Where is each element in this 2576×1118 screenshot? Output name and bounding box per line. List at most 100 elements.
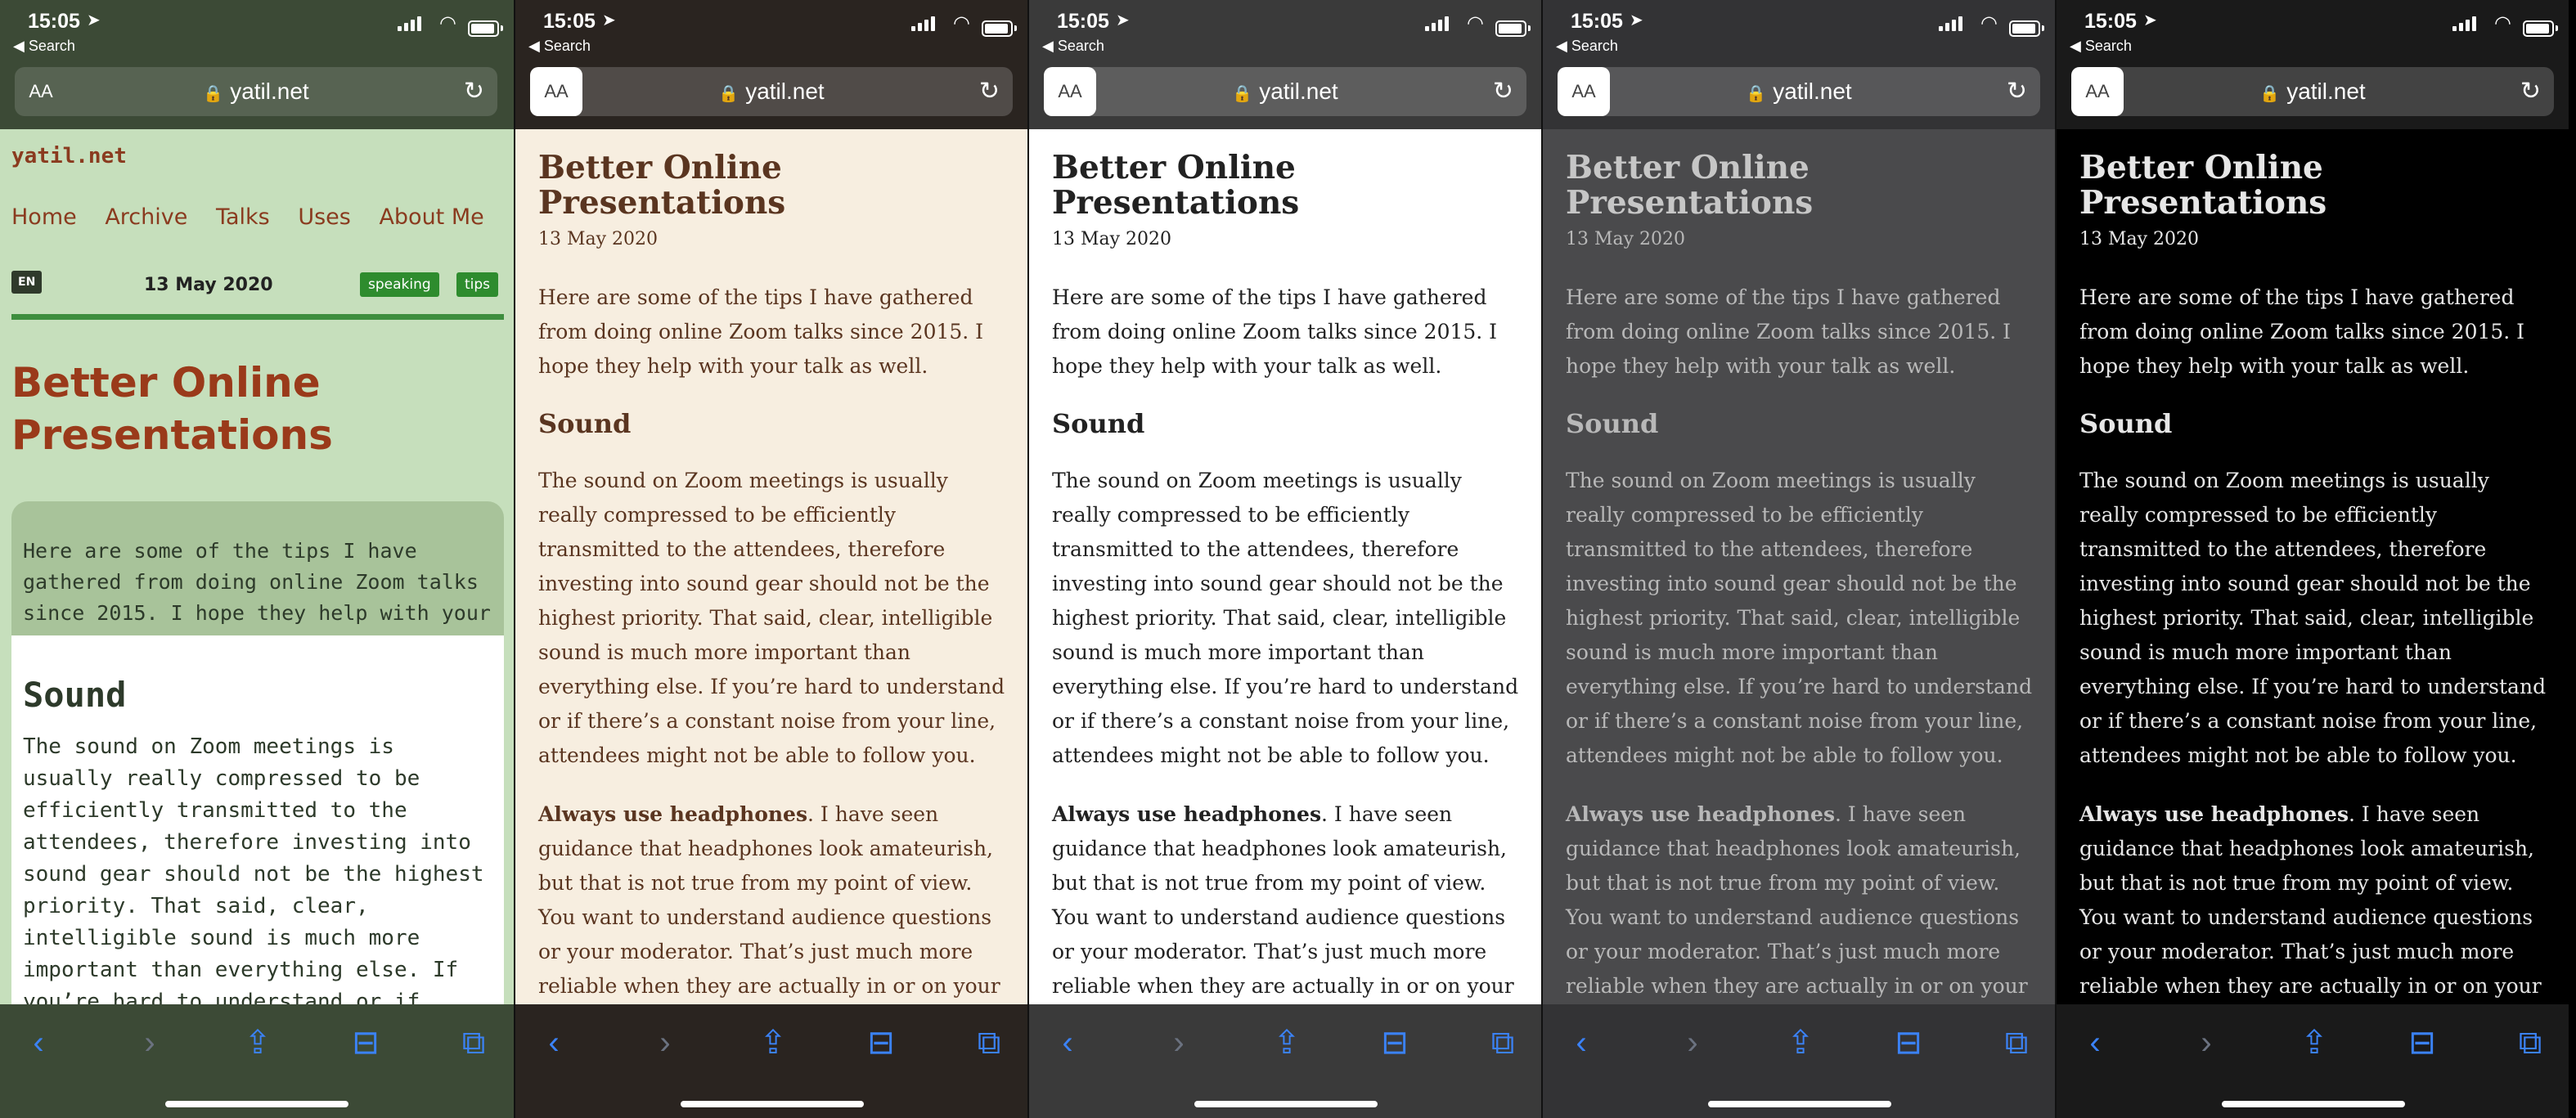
language-badge: EN (11, 271, 43, 294)
status-time: 15:05 (28, 10, 80, 33)
status-bar: 15:05 ➤ ◀ Search ◠ (2057, 0, 2569, 67)
post-title: Better Online Presentations (1052, 149, 1300, 222)
post-intro: Here are some of the tips I have gathere… (11, 501, 504, 656)
address-bar[interactable]: AA 🔒 yatil.net ↻ (1558, 67, 2040, 116)
post-date: 13 May 2020 (1052, 228, 1172, 249)
bookmarks-icon[interactable]: ⊟ (861, 1022, 901, 1063)
headphones-paragraph: Always use headphones. I have seen guida… (538, 797, 1006, 1004)
share-icon[interactable]: ⇪ (1780, 1022, 1821, 1063)
browser-toolbar: ‹ › ⇪ ⊟ ⧉ (515, 1004, 1027, 1118)
divider (11, 314, 504, 320)
status-time: 15:05 (1571, 10, 1623, 33)
phone-gray-reader: 15:05 ➤ ◀ Search ◠ AA 🔒 yatil.net ↻ Bette… (1541, 0, 2055, 1118)
tabs-icon[interactable]: ⧉ (1996, 1022, 2037, 1063)
home-indicator (1708, 1101, 1891, 1107)
browser-toolbar: ‹ › ⇪ ⊟ ⧉ (1029, 1004, 1541, 1118)
reload-icon[interactable]: ↻ (979, 67, 1000, 116)
forward-icon[interactable]: › (645, 1022, 686, 1063)
status-time: 15:05 (1057, 10, 1109, 33)
site-logo[interactable]: yatil.net (11, 144, 127, 168)
bookmarks-icon[interactable]: ⊟ (2402, 1022, 2443, 1063)
reload-icon[interactable]: ↻ (2520, 67, 2541, 116)
reload-icon[interactable]: ↻ (2007, 67, 2027, 116)
post-title: Better Online Presentations (1566, 149, 1814, 222)
post-title: Better Online Presentations (11, 359, 333, 459)
address-bar[interactable]: AA 🔒 yatil.net ↻ (1044, 67, 1526, 116)
section-heading: Sound (538, 407, 632, 439)
signal-icon (1425, 16, 1451, 31)
back-to-search-link[interactable]: ◀ Search (1042, 38, 1104, 55)
share-icon[interactable]: ⇪ (753, 1022, 793, 1063)
share-icon[interactable]: ⇪ (1266, 1022, 1307, 1063)
home-indicator (681, 1101, 864, 1107)
bookmarks-icon[interactable]: ⊟ (345, 1022, 386, 1063)
back-icon[interactable]: ‹ (1561, 1022, 1602, 1063)
home-indicator (2222, 1101, 2405, 1107)
status-bar: 15:05 ➤ ◀ Search ◠ (1029, 0, 1541, 67)
phone-green-theme: 15:05 ➤ ◀ Search ◠ AA 🔒 yatil.net ↻ yatil… (0, 0, 514, 1118)
back-icon[interactable]: ‹ (2075, 1022, 2115, 1063)
section-heading: Sound (2079, 407, 2173, 439)
tabs-icon[interactable]: ⧉ (453, 1022, 494, 1063)
nav-archive[interactable]: Archive (105, 204, 187, 230)
wifi-icon: ◠ (953, 12, 970, 34)
back-to-search-link[interactable]: ◀ Search (528, 38, 591, 55)
forward-icon[interactable]: › (1158, 1022, 1199, 1063)
tabs-icon[interactable]: ⧉ (2510, 1022, 2551, 1063)
forward-icon[interactable]: › (1672, 1022, 1713, 1063)
back-to-search-link[interactable]: ◀ Search (1556, 38, 1618, 55)
share-icon[interactable]: ⇪ (2294, 1022, 2335, 1063)
headphones-paragraph: Always use headphones. I have seen guida… (1566, 797, 2034, 1004)
tabs-icon[interactable]: ⧉ (969, 1022, 1009, 1063)
reload-icon[interactable]: ↻ (1493, 67, 1513, 116)
signal-icon (398, 16, 424, 31)
location-arrow-icon: ➤ (1630, 11, 1643, 29)
url-display[interactable]: 🔒 yatil.net (2071, 67, 2554, 119)
url-display[interactable]: 🔒 yatil.net (1044, 67, 1526, 119)
nav-talks[interactable]: Talks (216, 204, 270, 230)
share-icon[interactable]: ⇪ (237, 1022, 278, 1063)
address-bar[interactable]: AA 🔒 yatil.net ↻ (15, 67, 497, 116)
back-to-search-link[interactable]: ◀ Search (2070, 38, 2132, 55)
nav-uses[interactable]: Uses (298, 204, 351, 230)
post-intro: Here are some of the tips I have gathere… (1566, 285, 2012, 378)
address-bar[interactable]: AA 🔒 yatil.net ↻ (530, 67, 1013, 116)
status-bar: 15:05 ➤ ◀ Search ◠ (1543, 0, 2055, 67)
sound-paragraph: The sound on Zoom meetings is usually re… (2079, 468, 2547, 767)
signal-icon (2452, 16, 2479, 31)
battery-icon (468, 20, 499, 37)
headphones-strong: Always use headphones (2079, 801, 2349, 826)
bookmarks-icon[interactable]: ⊟ (1374, 1022, 1415, 1063)
headphones-strong: Always use headphones (1566, 801, 1836, 826)
bookmarks-icon[interactable]: ⊟ (1888, 1022, 1929, 1063)
sound-paragraph: The sound on Zoom meetings is usually re… (1052, 468, 1519, 767)
location-arrow-icon: ➤ (1116, 11, 1130, 29)
forward-icon[interactable]: › (129, 1022, 170, 1063)
nav-about-me[interactable]: About Me (379, 204, 483, 230)
post-date: 13 May 2020 (1566, 228, 1686, 249)
headphones-paragraph: Always use headphones. I have seen guida… (2079, 797, 2547, 1004)
lock-icon: 🔒 (203, 85, 224, 103)
browser-toolbar: ‹ › ⇪ ⊟ ⧉ (0, 1004, 514, 1118)
post-date: 13 May 2020 (2079, 228, 2200, 249)
tabs-icon[interactable]: ⧉ (1482, 1022, 1523, 1063)
back-to-search-link[interactable]: ◀ Search (13, 38, 75, 55)
back-icon[interactable]: ‹ (1047, 1022, 1088, 1063)
post-title: Better Online Presentations (2079, 149, 2327, 222)
back-icon[interactable]: ‹ (533, 1022, 574, 1063)
tag-speaking[interactable]: speaking (360, 272, 439, 297)
lock-icon: 🔒 (1232, 85, 1253, 103)
phone-light-reader: 15:05 ➤ ◀ Search ◠ AA 🔒 yatil.net ↻ Bette… (1027, 0, 1541, 1118)
url-display[interactable]: 🔒 yatil.net (15, 67, 497, 119)
back-icon[interactable]: ‹ (18, 1022, 59, 1063)
url-display[interactable]: 🔒 yatil.net (530, 67, 1013, 119)
headphones-paragraph: Always use headphones. I have seen guida… (1052, 797, 1520, 1004)
address-bar[interactable]: AA 🔒 yatil.net ↻ (2071, 67, 2554, 116)
url-display[interactable]: 🔒 yatil.net (1558, 67, 2040, 119)
headphones-strong: Always use headphones (538, 801, 808, 826)
tag-tips[interactable]: tips (456, 272, 499, 297)
forward-icon[interactable]: › (2186, 1022, 2227, 1063)
post-intro: Here are some of the tips I have gathere… (538, 285, 984, 378)
nav-home[interactable]: Home (11, 204, 77, 230)
reload-icon[interactable]: ↻ (464, 67, 484, 116)
